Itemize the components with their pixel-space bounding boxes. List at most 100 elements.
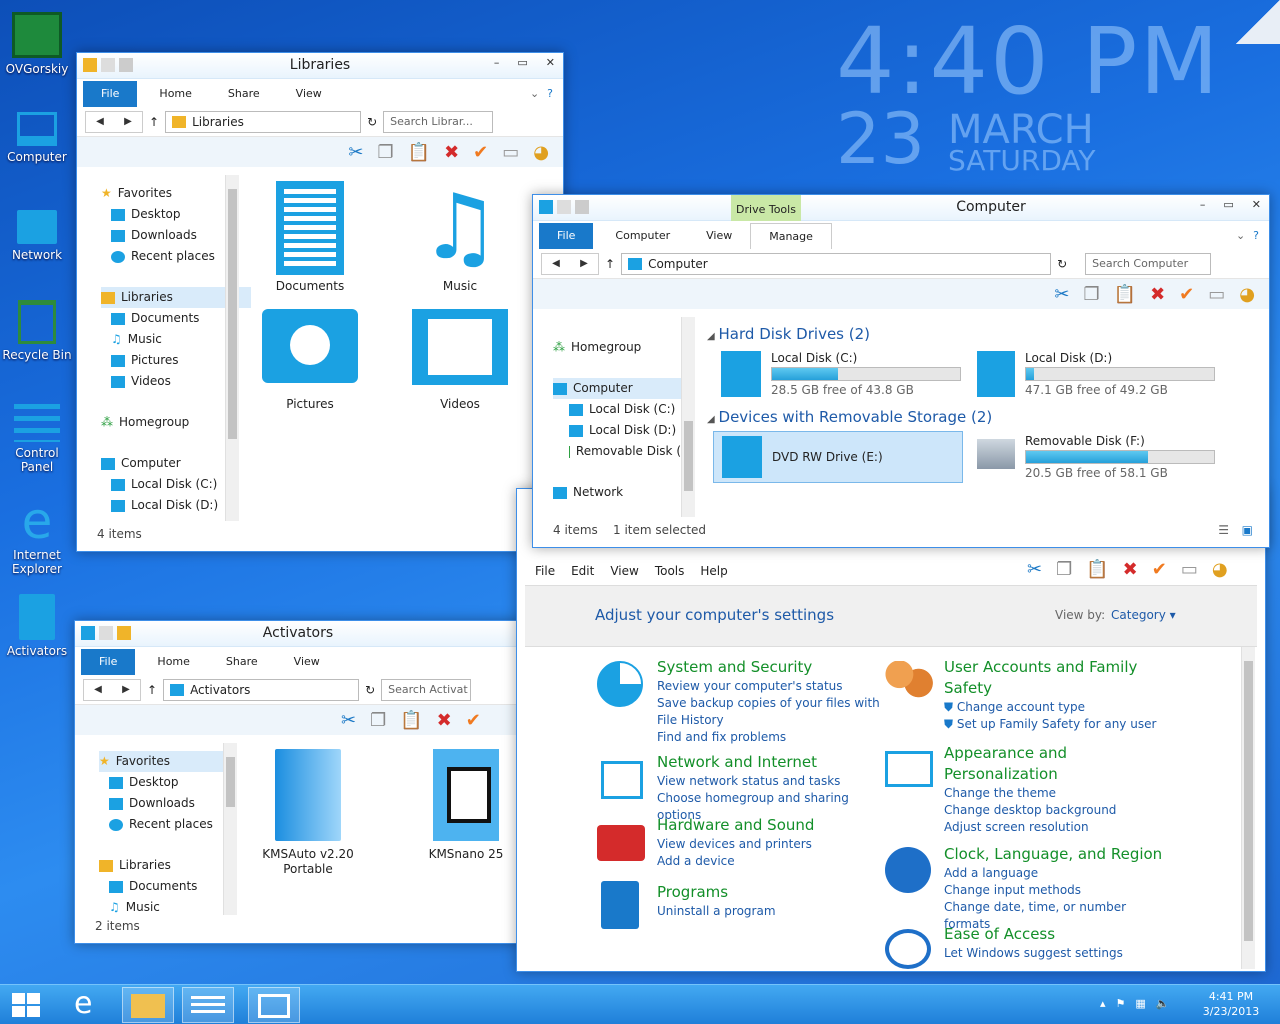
nav-scrollbar[interactable]	[223, 743, 237, 915]
category-title[interactable]: System and Security	[657, 657, 893, 678]
tiles-view-icon[interactable]: ▣	[1242, 523, 1253, 537]
nav-libraries[interactable]: Libraries	[99, 855, 223, 876]
menu-edit[interactable]: Edit	[571, 557, 594, 585]
library-videos[interactable]: Videos	[393, 309, 527, 411]
tab-manage[interactable]: Manage	[750, 223, 832, 249]
maximize-button[interactable]: ▭	[517, 56, 527, 69]
copy-icon[interactable]: ❐	[1084, 284, 1100, 305]
refresh-button[interactable]: ↻	[365, 683, 375, 697]
tab-file[interactable]: File	[539, 223, 594, 249]
link[interactable]: Adjust screen resolution	[944, 819, 1174, 836]
network-tray-icon[interactable]: ▦	[1135, 997, 1145, 1010]
library-documents[interactable]: Documents	[243, 181, 377, 293]
menu-tools[interactable]: Tools	[655, 557, 685, 585]
control-panel-window[interactable]: File Edit View Tools Help ✂ ❐ 📋 ✖ ✔ ▭ ◕ Adjust…	[516, 488, 1266, 972]
back-button[interactable]: ◀	[84, 680, 112, 700]
taskbar-explorer-button[interactable]	[122, 987, 174, 1023]
library-pictures[interactable]: Pictures	[243, 309, 377, 411]
checkmark-icon[interactable]: ✔	[473, 142, 488, 163]
link[interactable]: Let Windows suggest settings	[944, 945, 1174, 962]
tab-file[interactable]: File	[83, 81, 138, 107]
tab-file[interactable]: File	[81, 649, 136, 675]
paste-icon[interactable]: 📋	[400, 710, 422, 731]
delete-icon[interactable]: ✖	[437, 710, 452, 731]
nav-desktop[interactable]: Desktop	[99, 772, 223, 793]
desktop-icon-activators[interactable]: Activators	[0, 594, 74, 658]
link[interactable]: Find and fix problems	[657, 729, 893, 746]
desktop-icon-ovgorskiy[interactable]: OVGorskiy	[0, 12, 74, 76]
desktop-icon-recycle-bin[interactable]: Recycle Bin	[0, 300, 74, 362]
properties-icon[interactable]: ▭	[1208, 284, 1225, 305]
paste-icon[interactable]: 📋	[408, 142, 430, 163]
forward-button[interactable]: ▶	[114, 112, 142, 132]
cp-scrollbar[interactable]	[1241, 647, 1255, 969]
nav-documents[interactable]: Documents	[99, 876, 223, 897]
tab-view[interactable]: View	[688, 223, 750, 249]
drive-dvd-e[interactable]: DVD RW Drive (E:)	[713, 431, 963, 483]
address-bar[interactable]: Activators	[163, 678, 360, 701]
desktop-icon-control-panel[interactable]: Control Panel	[0, 404, 74, 474]
new-folder-icon[interactable]	[575, 200, 589, 214]
flag-icon[interactable]: ⚑	[1116, 997, 1126, 1010]
link[interactable]: Change the theme	[944, 785, 1174, 802]
desktop-icon-internet-explorer[interactable]: e Internet Explorer	[0, 496, 74, 576]
tab-home[interactable]: Home	[139, 649, 207, 675]
chevron-down-icon[interactable]: ⌄	[1228, 223, 1253, 249]
category-title[interactable]: Hardware and Sound	[657, 815, 893, 836]
link[interactable]: Add a language	[944, 865, 1174, 882]
close-button[interactable]: ✕	[1252, 198, 1261, 211]
paste-icon[interactable]: 📋	[1086, 559, 1108, 580]
refresh-button[interactable]: ↻	[1057, 257, 1067, 271]
delete-icon[interactable]: ✖	[444, 142, 459, 163]
cut-icon[interactable]: ✂	[1054, 284, 1069, 305]
copy-icon[interactable]: ❐	[370, 710, 386, 731]
chevron-down-icon[interactable]: ⌄	[522, 81, 547, 107]
group-hard-disk-drives[interactable]: ◢ Hard Disk Drives (2)	[707, 325, 870, 343]
color-wheel-icon[interactable]: ◕	[533, 142, 549, 163]
nav-scrollbar[interactable]	[225, 175, 239, 521]
address-bar[interactable]: Libraries	[165, 110, 362, 133]
volume-icon[interactable]: 🔈	[1156, 997, 1170, 1010]
up-button[interactable]: ↑	[149, 115, 159, 129]
address-bar[interactable]: Computer	[621, 252, 1052, 275]
menu-view[interactable]: View	[610, 557, 638, 585]
view-mode-dropdown[interactable]: Category ▾	[1111, 608, 1176, 622]
nav-scrollbar[interactable]	[681, 317, 695, 517]
internet-explorer-icon[interactable]: e	[74, 987, 92, 1021]
link[interactable]: Change desktop background	[944, 802, 1174, 819]
link[interactable]: ⛊ Change account type	[944, 699, 1174, 716]
link[interactable]: View network status and tasks	[657, 773, 893, 790]
category-title[interactable]: Ease of Access	[944, 924, 1174, 945]
close-button[interactable]: ✕	[546, 56, 555, 69]
link[interactable]: Review your computer's status	[657, 678, 893, 695]
nav-removable-disk[interactable]: Removable Disk (	[553, 441, 681, 462]
cut-icon[interactable]: ✂	[341, 710, 356, 731]
delete-icon[interactable]: ✖	[1123, 559, 1138, 580]
tab-share[interactable]: Share	[210, 81, 278, 107]
copy-icon[interactable]: ❐	[1056, 559, 1072, 580]
desktop-icon-network[interactable]: Network	[0, 206, 74, 262]
search-input[interactable]: Search Librar...	[383, 110, 494, 133]
copy-icon[interactable]: ❐	[378, 142, 394, 163]
taskbar-control-panel-button[interactable]	[182, 987, 234, 1023]
properties-icon[interactable]: ▭	[502, 142, 519, 163]
category-title[interactable]: Clock, Language, and Region	[944, 844, 1174, 865]
minimize-button[interactable]: –	[1200, 198, 1206, 211]
minimize-button[interactable]: –	[494, 56, 500, 69]
item-kmsnano[interactable]: KMSnano 25	[411, 749, 521, 861]
tab-share[interactable]: Share	[208, 649, 276, 675]
menu-help[interactable]: Help	[700, 557, 727, 585]
nav-local-disk-c[interactable]: Local Disk (C:)	[553, 399, 681, 420]
tab-view[interactable]: View	[276, 649, 338, 675]
drive-local-d[interactable]: Local Disk (D:) 47.1 GB free of 49.2 GB	[1025, 351, 1215, 397]
tab-view[interactable]: View	[278, 81, 340, 107]
link[interactable]: Uninstall a program	[657, 903, 893, 920]
drive-removable-f[interactable]: Removable Disk (F:) 20.5 GB free of 58.1…	[1025, 434, 1215, 480]
category-title[interactable]: User Accounts and Family Safety	[944, 657, 1174, 699]
computer-icon[interactable]	[539, 200, 553, 214]
up-button[interactable]: ↑	[147, 683, 157, 697]
activators-titlebar[interactable]: Activators	[75, 621, 521, 647]
libraries-titlebar[interactable]: Libraries – ▭ ✕	[77, 53, 563, 79]
up-button[interactable]: ↑	[605, 257, 615, 271]
nav-recent-places[interactable]: Recent places	[99, 814, 223, 835]
